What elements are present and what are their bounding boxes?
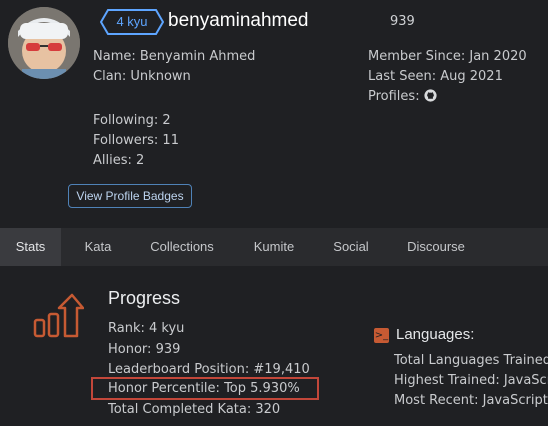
allies-value: 2 [136,153,145,168]
completed-value: 320 [255,402,281,417]
name-label: Name: [93,49,136,64]
percentile-value: Top 5.930% [224,381,300,396]
name-row: Name: Benyamin Ahmed [93,49,255,64]
highest-trained-value: JavaScript [503,373,548,388]
name-value: Benyamin Ahmed [139,49,256,64]
allies-row[interactable]: Allies: 2 [93,153,144,168]
leaderboard-label: Leaderboard Position: [108,362,250,377]
view-profile-badges-button[interactable]: View Profile Badges [68,184,192,208]
clan-value: Unknown [130,69,191,84]
tab-kumite[interactable]: Kumite [238,228,310,266]
member-since-value: Jan 2020 [469,49,527,64]
avatar[interactable] [8,7,80,79]
tab-kata[interactable]: Kata [70,228,126,266]
leaderboard-value: #19,410 [253,362,310,377]
member-since-label: Member Since: [368,49,466,64]
languages-title: Languages: [396,326,475,343]
leaderboard-row: Leaderboard Position: #19,410 [108,362,310,377]
most-recent-row: Most Recent: JavaScript [394,393,548,408]
profile-tabs: Stats Kata Collections Kumite Social Dis… [0,228,548,266]
last-seen-row: Last Seen: Aug 2021 [368,69,503,84]
most-recent-label: Most Recent: [394,393,479,408]
clan-label: Clan: [93,69,127,84]
progress-title: Progress [108,288,181,308]
username: benyaminahmed [168,10,309,31]
terminal-icon: >_ [374,328,389,343]
tab-stats[interactable]: Stats [0,228,61,266]
honor-value: 939 [155,342,181,357]
completed-label: Total Completed Kata: [108,402,252,417]
member-since-row: Member Since: Jan 2020 [368,49,527,64]
tab-collections[interactable]: Collections [136,228,228,266]
total-languages-row: Total Languages Trained: [394,353,548,368]
honor-row: Honor: 939 [108,342,180,357]
total-languages-label: Total Languages Trained: [394,353,548,368]
github-icon[interactable] [424,89,437,106]
allies-label: Allies: [93,153,132,168]
honor-score: 939 [390,14,415,29]
followers-label: Followers: [93,133,159,148]
followers-value: 11 [162,133,179,148]
clan-row: Clan: Unknown [93,69,191,84]
completed-kata-row: Total Completed Kata: 320 [108,402,280,417]
rank-label: Rank: [108,321,145,336]
following-row[interactable]: Following: 2 [93,113,171,128]
profiles-label: Profiles: [368,89,420,104]
tab-social[interactable]: Social [320,228,382,266]
most-recent-value: JavaScript [482,393,548,408]
profiles-row: Profiles: [368,89,437,106]
progress-chart-icon [32,292,85,344]
honor-percentile-row: Honor Percentile: Top 5.930% [108,381,300,396]
percentile-label: Honor Percentile: [108,381,220,396]
following-value: 2 [162,113,171,128]
highest-trained-label: Highest Trained: [394,373,500,388]
tab-discourse[interactable]: Discourse [392,228,480,266]
highest-trained-row: Highest Trained: JavaScript [394,373,548,388]
avatar-image [8,7,80,79]
followers-row[interactable]: Followers: 11 [93,133,179,148]
rank-badge: 4 kyu [116,14,148,29]
rank-value: 4 kyu [149,321,185,336]
following-label: Following: [93,113,159,128]
rank-row: Rank: 4 kyu [108,321,184,336]
last-seen-value: Aug 2021 [440,69,503,84]
honor-label: Honor: [108,342,152,357]
last-seen-label: Last Seen: [368,69,437,84]
